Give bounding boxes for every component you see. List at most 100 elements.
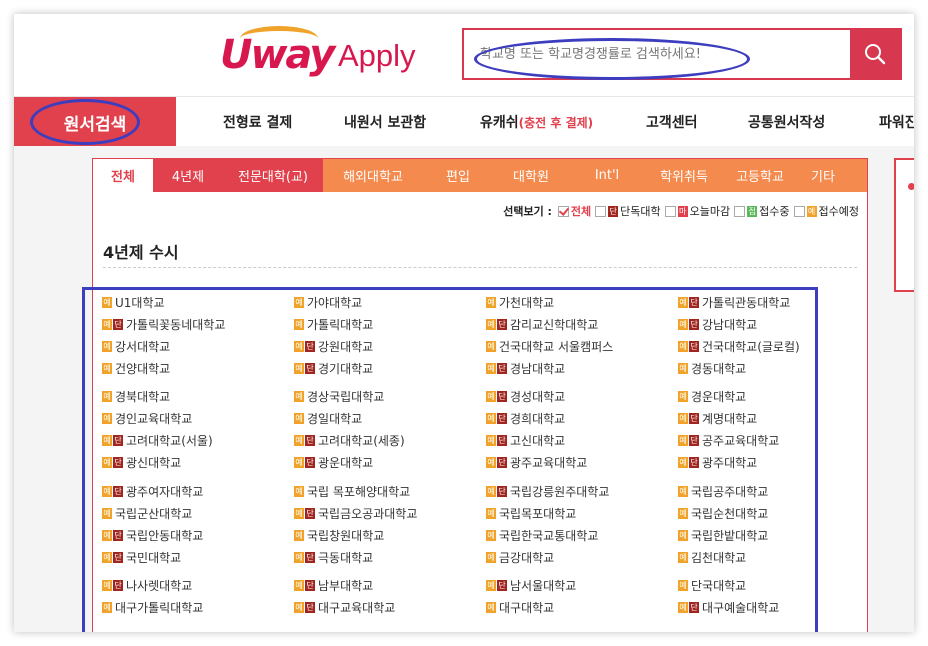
university-name: 경기대학교: [318, 362, 374, 376]
nav-item-my-applications[interactable]: 내원서 보관함: [344, 97, 426, 147]
university-item[interactable]: 예 국립창원대학교: [294, 527, 384, 544]
nav-item-common-application[interactable]: 공통원서작성: [748, 97, 825, 147]
university-item[interactable]: 예 국립한국교통대학교: [486, 527, 598, 544]
single-badge: 단: [689, 435, 699, 446]
tab-label: Int'l: [594, 168, 620, 183]
university-item[interactable]: 예 경인교육대학교: [102, 410, 192, 427]
university-name: 대구대학교: [499, 601, 555, 615]
tab-intl[interactable]: Int'l: [569, 159, 645, 192]
tab-overseas[interactable]: 해외대학교: [323, 159, 423, 192]
university-item[interactable]: 예 경북대학교: [102, 388, 170, 405]
single-badge: 단: [113, 552, 123, 563]
university-item[interactable]: 예 국립한밭대학교: [678, 527, 768, 544]
search-button[interactable]: [850, 30, 900, 78]
nav-item-fee-payment[interactable]: 전형료 결제: [223, 97, 292, 147]
nav-item-search[interactable]: 원서검색: [14, 97, 176, 147]
university-item[interactable]: 예 단 국립안동대학교: [102, 527, 203, 544]
university-name: 나사렛대학교: [126, 579, 193, 593]
tab-4year[interactable]: 4년제: [153, 159, 223, 192]
university-name: 경성대학교: [510, 390, 566, 404]
university-item[interactable]: 예 단 경희대학교: [486, 410, 565, 427]
nav-item-customer-center[interactable]: 고객센터: [646, 97, 698, 147]
nav-item-power[interactable]: 파워진: [879, 97, 914, 147]
tab-transfer[interactable]: 편입: [423, 159, 493, 192]
university-item[interactable]: 예 강서대학교: [102, 338, 170, 355]
university-item[interactable]: 예 단 공주교육대학교: [678, 432, 779, 449]
university-item[interactable]: 예 단 감리교신학대학교: [486, 316, 598, 333]
search-input[interactable]: [470, 36, 848, 72]
filter-closing-checkbox[interactable]: [664, 205, 676, 217]
filter-closing-label: 오늘마감: [689, 205, 731, 218]
university-item[interactable]: 예 경일대학교: [294, 410, 362, 427]
university-item[interactable]: 예 단 대구교육대학교: [294, 599, 395, 616]
university-item[interactable]: 예 단 고려대학교(세종): [294, 432, 405, 449]
university-item[interactable]: 예 국립순천대학교: [678, 505, 768, 522]
university-item[interactable]: 예 단 광주교육대학교: [486, 454, 587, 471]
single-badge: 단: [113, 580, 123, 591]
university-item[interactable]: 예 경동대학교: [678, 360, 746, 377]
university-item[interactable]: 예 경운대학교: [678, 388, 746, 405]
university-name: 남부대학교: [318, 579, 374, 593]
university-item[interactable]: 예 단 나사렛대학교: [102, 577, 192, 594]
filter-planned-checkbox[interactable]: [793, 205, 805, 217]
university-item[interactable]: 예 단 건국대학교(글로컬): [678, 338, 800, 355]
university-item[interactable]: 예 단 경기대학교: [294, 360, 373, 377]
university-item[interactable]: 예 단 대구예술대학교: [678, 599, 779, 616]
university-item[interactable]: 예 단 광운대학교: [294, 454, 373, 471]
university-item[interactable]: 예 단국대학교: [678, 577, 746, 594]
university-item[interactable]: 예 단 극동대학교: [294, 549, 373, 566]
university-name: 단국대학교: [691, 579, 747, 593]
university-item[interactable]: 예 단 광신대학교: [102, 454, 181, 471]
university-item[interactable]: 예 단 광주대학교: [678, 454, 757, 471]
filter-single-checkbox[interactable]: [595, 205, 607, 217]
university-item[interactable]: 예 건국대학교 서울캠퍼스: [486, 338, 613, 355]
university-item[interactable]: 예 단 계명대학교: [678, 410, 757, 427]
university-item[interactable]: 예 경상국립대학교: [294, 388, 384, 405]
university-item[interactable]: 예 국립군산대학교: [102, 505, 192, 522]
university-item[interactable]: 예 김천대학교: [678, 549, 746, 566]
university-item[interactable]: 예 국립목포대학교: [486, 505, 576, 522]
university-name: 가톨릭대학교: [307, 318, 374, 332]
university-item[interactable]: 예 금강대학교: [486, 549, 554, 566]
planned-badge: 예: [678, 552, 688, 563]
university-item[interactable]: 예 가야대학교: [294, 294, 362, 311]
university-item[interactable]: 예 가천대학교: [486, 294, 554, 311]
university-item[interactable]: 예 단 남서울대학교: [486, 577, 576, 594]
university-item[interactable]: 예 건양대학교: [102, 360, 170, 377]
tab-label: 대학원: [513, 170, 549, 185]
university-item[interactable]: 예 단 국민대학교: [102, 549, 181, 566]
university-item[interactable]: 예 단 강원대학교: [294, 338, 373, 355]
university-item[interactable]: 예 단 고신대학교: [486, 432, 565, 449]
tab-college[interactable]: 전문대학(교): [223, 159, 323, 192]
tab-all[interactable]: 전체: [93, 159, 153, 192]
university-name: 경상국립대학교: [307, 390, 385, 404]
university-item[interactable]: 예 국립 목포해양대학교: [294, 483, 410, 500]
university-item[interactable]: 예 대구가톨릭대학교: [102, 599, 203, 616]
university-item[interactable]: 예 U1대학교: [102, 294, 165, 311]
university-item[interactable]: 예 대구대학교: [486, 599, 554, 616]
university-item[interactable]: 예 가톨릭대학교: [294, 316, 373, 333]
tab-highschool[interactable]: 고등학교: [723, 159, 797, 192]
university-item[interactable]: 예 단 강남대학교: [678, 316, 757, 333]
university-name: 감리교신학대학교: [510, 318, 599, 332]
nav-item-ucash[interactable]: 유캐쉬 (충전 후 결제): [480, 97, 593, 147]
university-item[interactable]: 예 단 광주여자대학교: [102, 483, 203, 500]
tab-graduate[interactable]: 대학원: [493, 159, 569, 192]
university-item[interactable]: 예 단 경남대학교: [486, 360, 565, 377]
university-item[interactable]: 예 단 국립강릉원주대학교: [486, 483, 609, 500]
university-item[interactable]: 예 단 남부대학교: [294, 577, 373, 594]
tab-degree[interactable]: 학위취득: [645, 159, 723, 192]
filter-all-checkbox[interactable]: [557, 205, 569, 217]
university-item[interactable]: 예 국립공주대학교: [678, 483, 768, 500]
university-item[interactable]: 예 단 가톨릭관동대학교: [678, 294, 790, 311]
university-name: 국립 목포해양대학교: [307, 485, 411, 499]
tab-etc[interactable]: 기타: [797, 159, 849, 192]
category-tabs: 전체 4년제 전문대학(교) 해외대학교 편입 대학원 Int'l 학위취득 고…: [93, 159, 867, 192]
university-item[interactable]: 예 단 고려대학교(서울): [102, 432, 213, 449]
university-item[interactable]: 예 단 국립금오공과대학교: [294, 505, 417, 522]
university-item[interactable]: 예 단 경성대학교: [486, 388, 565, 405]
filter-receiving-checkbox[interactable]: [734, 205, 746, 217]
university-name: 국립목포대학교: [499, 507, 577, 521]
university-item[interactable]: 예 단 가톨릭꽃동네대학교: [102, 316, 225, 333]
university-name: 건양대학교: [115, 362, 171, 376]
